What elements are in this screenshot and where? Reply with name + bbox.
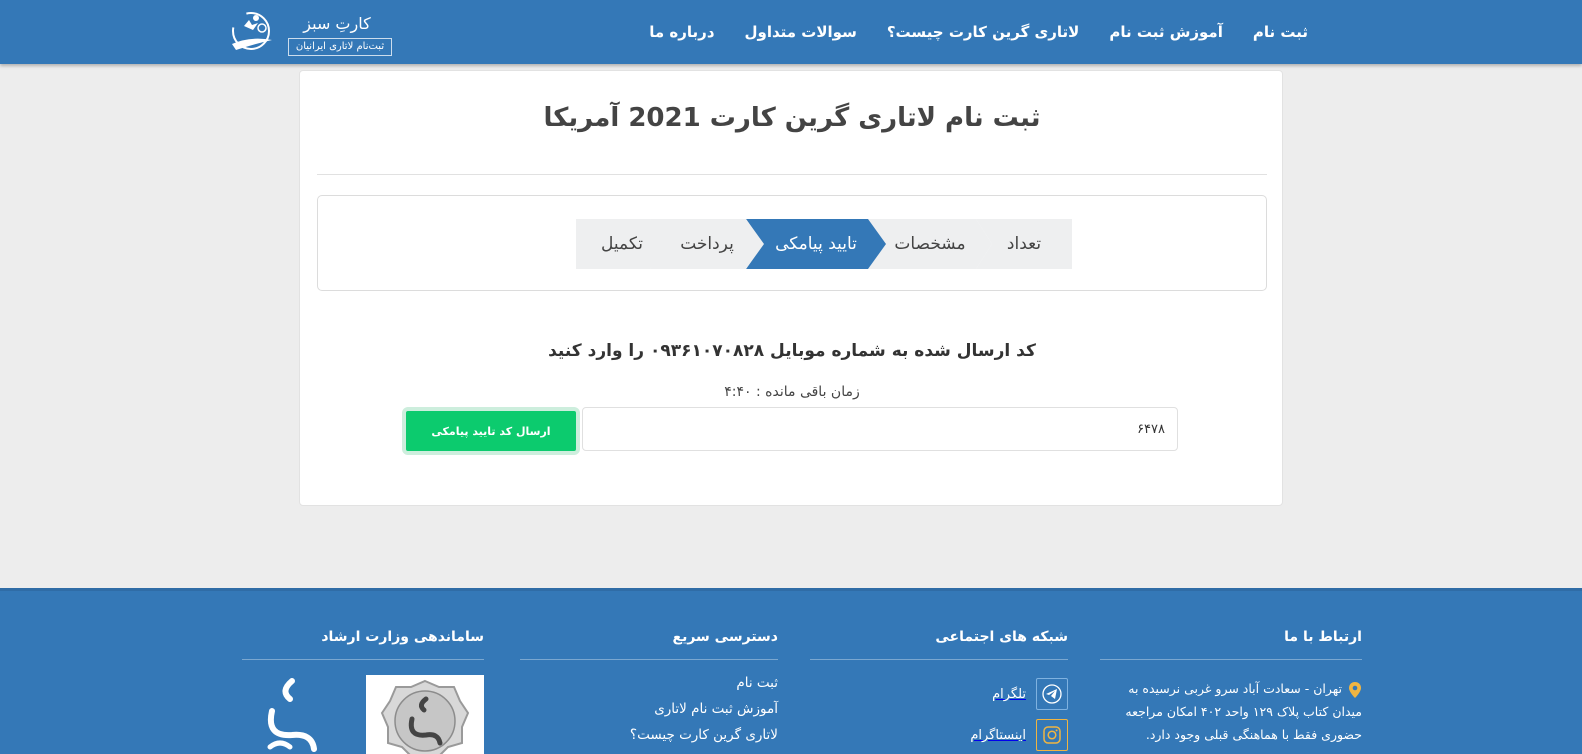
- ershad-title: ساماندهی وزارت ارشاد: [321, 629, 484, 645]
- quick-link-tutorial[interactable]: آموزش ثبت نام لاتاری: [654, 701, 778, 717]
- contact-address: تهران - سعادت آباد سرو غربی نرسیده به می…: [1102, 677, 1362, 746]
- contact-title: ارتباط با ما: [1284, 629, 1362, 645]
- quick-link-register[interactable]: ثبت نام: [736, 675, 778, 691]
- progress-steps: تعداد مشخصات تایید پیامکی پرداخت تکمیل: [576, 219, 1072, 269]
- title-divider: [317, 174, 1267, 175]
- steps-container: تعداد مشخصات تایید پیامکی پرداخت تکمیل: [317, 195, 1267, 291]
- social-telegram[interactable]: تلگرام: [992, 677, 1068, 711]
- address-text: تهران - سعادت آباد سرو غربی نرسیده به می…: [1125, 681, 1362, 742]
- location-pin-icon: [1349, 681, 1361, 698]
- step-details: مشخصات: [868, 219, 992, 269]
- site-header: کارتِ سبز ثبت‌نام لاتاری ایرانیان ثبت نا…: [0, 0, 1582, 64]
- logo-subtitle: ثبت‌نام لاتاری ایرانیان: [288, 38, 392, 56]
- verification-code-input[interactable]: [582, 407, 1178, 451]
- quick-link-what-is[interactable]: لاتاری گرین کارت چیست؟: [630, 727, 778, 743]
- step-label: تکمیل: [601, 234, 643, 254]
- step-sms-verify: تایید پیامکی: [746, 219, 886, 269]
- social-label: تلگرام: [992, 686, 1026, 702]
- send-verification-button[interactable]: ارسال کد تایید پیامکی: [402, 407, 580, 455]
- logo-title: کارتِ سبز: [303, 14, 371, 33]
- footer-social: شبکه های اجتماعی تلگرام اینستاگرام: [810, 591, 1068, 754]
- nav-tutorial[interactable]: آموزش ثبت نام: [1109, 23, 1223, 41]
- ershad-divider: [242, 659, 484, 660]
- social-label: اینستاگرام: [970, 727, 1026, 743]
- code-prompt: کد ارسال شده به شماره موبایل ۰۹۳۶۱۰۷۰۸۲۸…: [548, 341, 1036, 361]
- footer-ershad: ساماندهی وزارت ارشاد: [242, 591, 484, 754]
- site-footer: ارتباط با ما تهران - سعادت آباد سرو غربی…: [0, 588, 1582, 754]
- step-label: تایید پیامکی: [775, 234, 857, 254]
- site-logo[interactable]: کارتِ سبز ثبت‌نام لاتاری ایرانیان: [226, 6, 392, 56]
- nav-faq[interactable]: سوالات متداول: [745, 23, 857, 41]
- ershad-emblem-icon[interactable]: [256, 677, 318, 754]
- step-complete: تکمیل: [576, 219, 668, 269]
- enamad-badge[interactable]: [366, 675, 484, 754]
- countdown-timer: زمان باقی مانده : ۴:۴۰: [724, 384, 860, 400]
- quick-divider: [520, 659, 778, 660]
- social-divider: [810, 659, 1068, 660]
- nav-register[interactable]: ثبت نام: [1253, 23, 1308, 41]
- step-label: پرداخت: [680, 234, 734, 254]
- step-label: تعداد: [1006, 234, 1042, 254]
- social-instagram[interactable]: اینستاگرام: [970, 718, 1068, 752]
- nav-what-is[interactable]: لاتاری گرین کارت چیست؟: [887, 23, 1080, 41]
- page-title: ثبت نام لاتاری گرین کارت 2021 آمریکا: [543, 103, 1041, 133]
- nav-about[interactable]: درباره ما: [649, 23, 714, 41]
- lottery-logo-icon: [232, 12, 272, 50]
- instagram-icon: [1036, 719, 1068, 751]
- step-label: مشخصات: [894, 234, 966, 254]
- enamad-seal-icon: [380, 679, 470, 754]
- main-nav: ثبت نام آموزش ثبت نام لاتاری گرین کارت چ…: [649, 0, 1312, 64]
- registration-card: ثبت نام لاتاری گرین کارت 2021 آمریکا تعد…: [299, 70, 1283, 506]
- contact-divider: [1100, 659, 1362, 660]
- footer-quick-links: دسترسی سریع ثبت نام آموزش ثبت نام لاتاری…: [520, 591, 778, 754]
- social-title: شبکه های اجتماعی: [935, 629, 1068, 645]
- quick-title: دسترسی سریع: [672, 629, 778, 645]
- telegram-icon: [1036, 678, 1068, 710]
- footer-contact: ارتباط با ما تهران - سعادت آباد سرو غربی…: [1100, 591, 1362, 754]
